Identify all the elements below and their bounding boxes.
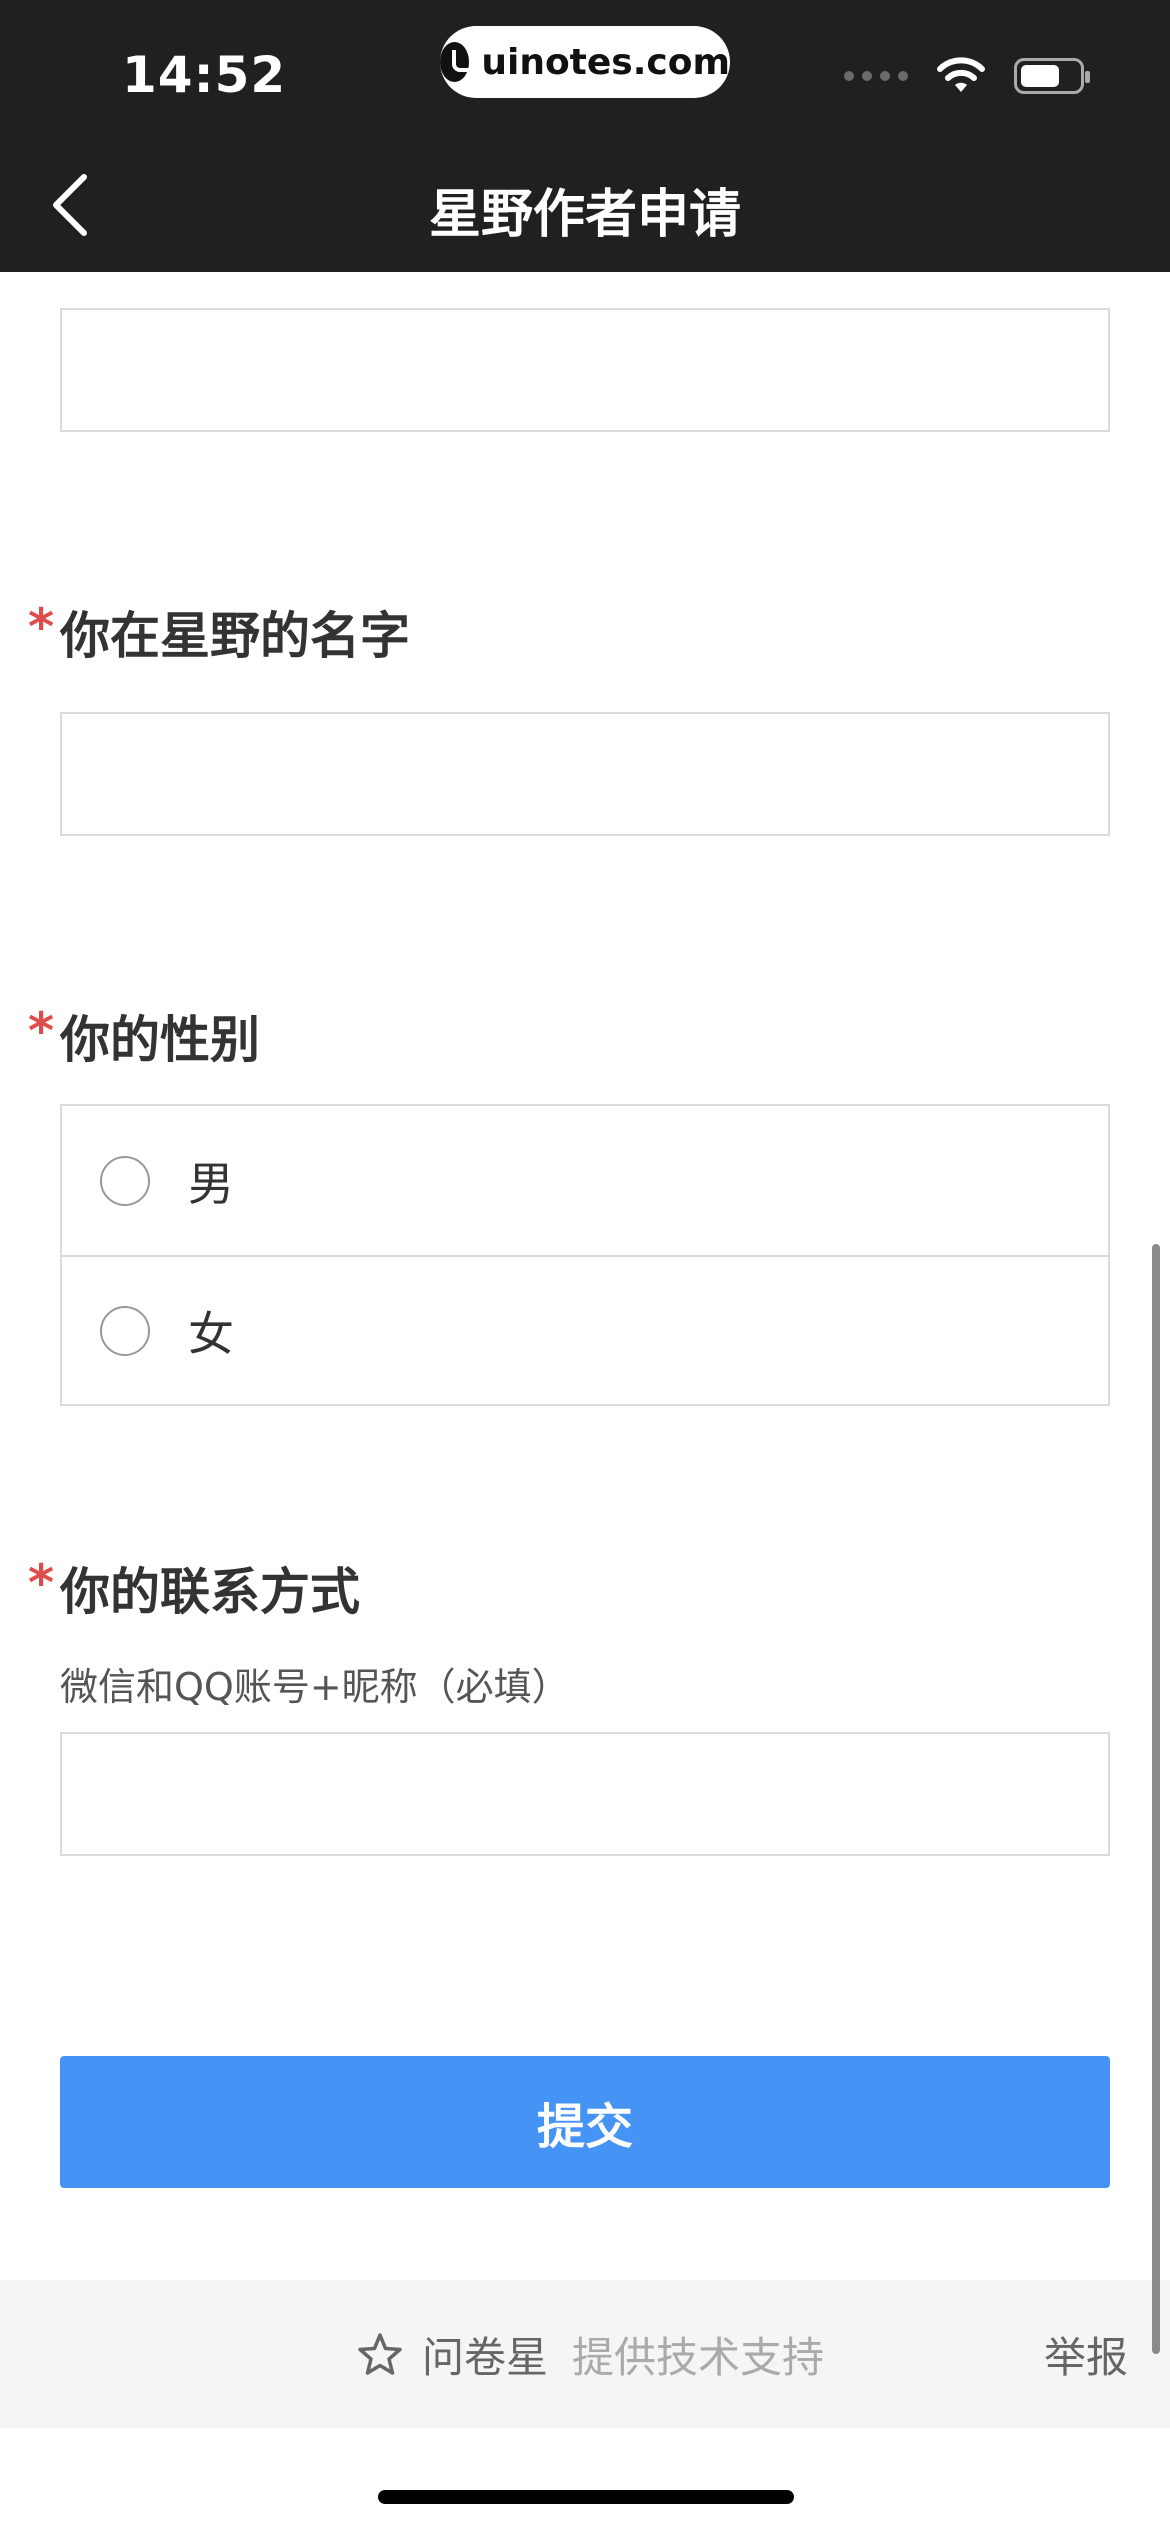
contact-input[interactable] bbox=[60, 1732, 1110, 1856]
previous-question-input[interactable] bbox=[60, 308, 1110, 432]
radio-button[interactable] bbox=[100, 1305, 150, 1356]
page-title: 星野作者申请 bbox=[428, 185, 741, 245]
question-gender-text: 你的性别 bbox=[60, 1011, 260, 1069]
top-bar: 14:52 uinotes.com 星野作者申请 bbox=[0, 0, 1170, 272]
footer-support-text: 提供技术支持 bbox=[572, 2333, 825, 2382]
status-time: 14:52 bbox=[122, 46, 287, 104]
url-text: uinotes.com bbox=[481, 41, 730, 83]
powered-by[interactable]: 问卷星 提供技术支持 bbox=[356, 2324, 824, 2385]
submit-button[interactable]: 提交 bbox=[60, 2056, 1110, 2188]
option-label: 男 bbox=[188, 1156, 234, 1211]
radio-button[interactable] bbox=[100, 1155, 150, 1206]
url-pill[interactable]: uinotes.com bbox=[440, 26, 730, 98]
footer: 问卷星 提供技术支持 举报 bbox=[0, 2280, 1170, 2428]
status-icons bbox=[844, 56, 1090, 96]
home-indicator bbox=[378, 2490, 794, 2504]
scrollbar[interactable] bbox=[1152, 1244, 1160, 2354]
name-input[interactable] bbox=[60, 712, 1110, 836]
question-contact-text: 你的联系方式 bbox=[60, 1563, 360, 1621]
option-label: 女 bbox=[188, 1306, 234, 1361]
question-name-text: 你在星野的名字 bbox=[60, 607, 410, 665]
footer-brand: 问卷星 bbox=[422, 2333, 549, 2382]
required-mark: * bbox=[28, 1554, 55, 1612]
question-name-label: * 你在星野的名字 bbox=[28, 596, 410, 668]
cellular-signal-icon bbox=[844, 71, 908, 81]
question-gender-label: * 你的性别 bbox=[28, 1000, 260, 1072]
report-link[interactable]: 举报 bbox=[1044, 2324, 1128, 2385]
required-mark: * bbox=[28, 1002, 55, 1060]
required-mark: * bbox=[28, 598, 55, 656]
gender-option-male[interactable]: 男 bbox=[62, 1106, 1108, 1255]
site-logo-icon bbox=[440, 42, 477, 82]
battery-icon bbox=[1014, 58, 1090, 94]
star-icon bbox=[358, 2332, 402, 2375]
gender-radio-group: 男 女 bbox=[60, 1104, 1110, 1406]
gender-option-female[interactable]: 女 bbox=[62, 1255, 1108, 1404]
question-contact-label: * 你的联系方式 bbox=[28, 1552, 360, 1624]
wifi-icon bbox=[937, 57, 985, 92]
contact-hint: 微信和QQ账号+昵称（必填） bbox=[60, 1665, 570, 1709]
